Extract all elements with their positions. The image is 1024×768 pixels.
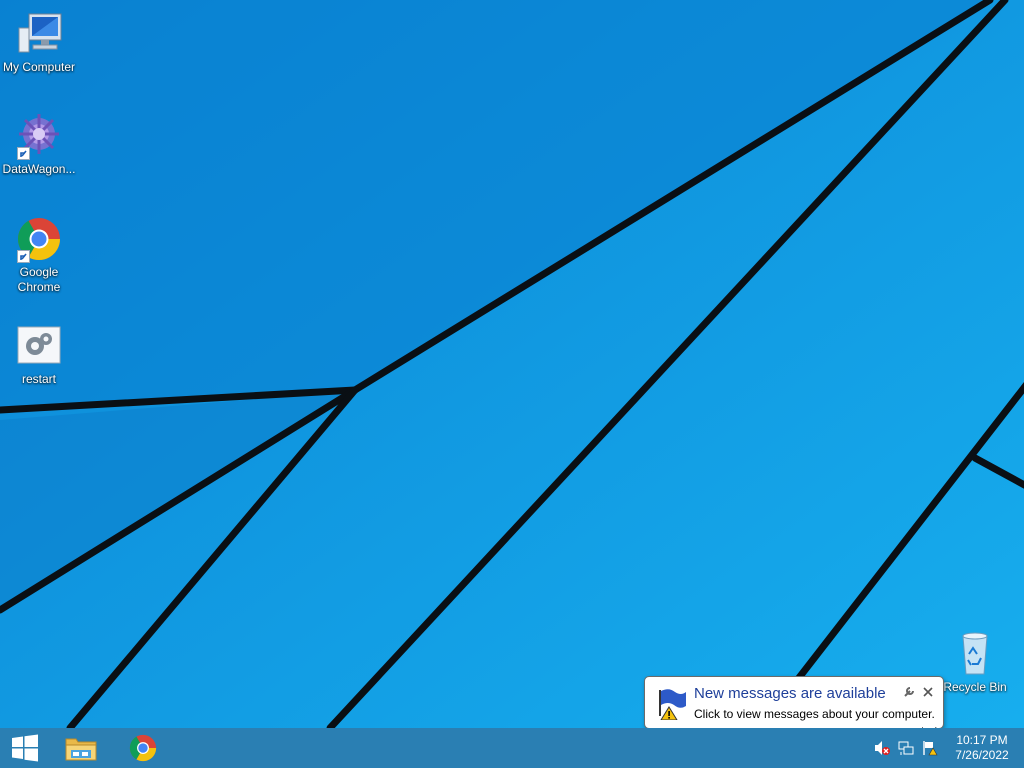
chrome-icon <box>129 734 157 762</box>
flag-warning-icon <box>655 686 689 721</box>
desktop-icon-label: My Computer <box>2 60 76 74</box>
desktop-icon-label: Google Chrome <box>17 265 61 294</box>
clock[interactable]: 10:17 PM 7/26/2022 <box>946 733 1018 763</box>
desktop[interactable]: My Computer DataWagon... Google Chrome r… <box>0 0 1024 728</box>
flag-warning-icon[interactable] <box>922 740 938 756</box>
desktop-icon-label: Recycle Bin <box>943 680 1007 694</box>
notification-text: Click to view messages about your comput… <box>694 707 935 721</box>
network-icon[interactable] <box>898 740 914 756</box>
notification-title: New messages are available <box>694 685 886 702</box>
desktop-icon-restart[interactable]: restart <box>0 322 78 387</box>
clock-date: 7/26/2022 <box>955 748 1009 762</box>
notification-balloon[interactable]: New messages are available Click to view… <box>644 676 944 729</box>
clock-time: 10:17 PM <box>956 733 1008 747</box>
desktop-icon-label: DataWagon... <box>2 162 76 176</box>
file-explorer-button[interactable] <box>56 728 106 768</box>
speaker-muted-icon[interactable] <box>874 740 890 756</box>
close-icon[interactable] <box>921 685 935 699</box>
desktop-icon-datawagon[interactable]: DataWagon... <box>0 112 78 177</box>
chrome-icon <box>15 215 63 263</box>
settings-icon[interactable] <box>902 685 916 699</box>
start-button[interactable] <box>0 728 50 768</box>
windows-logo-icon <box>12 734 38 762</box>
wallpaper <box>0 0 1024 728</box>
restart-icon <box>15 322 63 370</box>
desktop-icon-label: restart <box>21 372 56 386</box>
taskbar: 10:17 PM 7/26/2022 <box>0 728 1024 768</box>
desktop-icon-my-computer[interactable]: My Computer <box>0 10 78 75</box>
shortcut-arrow-icon <box>17 250 30 263</box>
desktop-icon-google-chrome[interactable]: Google Chrome <box>0 215 78 295</box>
folder-icon <box>65 738 97 761</box>
computer-icon <box>15 10 63 58</box>
desktop-icon-recycle-bin[interactable]: Recycle Bin <box>936 630 1014 695</box>
chrome-taskbar-button[interactable] <box>118 728 168 768</box>
datawagon-icon <box>15 112 63 160</box>
shortcut-arrow-icon <box>17 147 30 160</box>
recycle-bin-icon <box>951 630 999 678</box>
